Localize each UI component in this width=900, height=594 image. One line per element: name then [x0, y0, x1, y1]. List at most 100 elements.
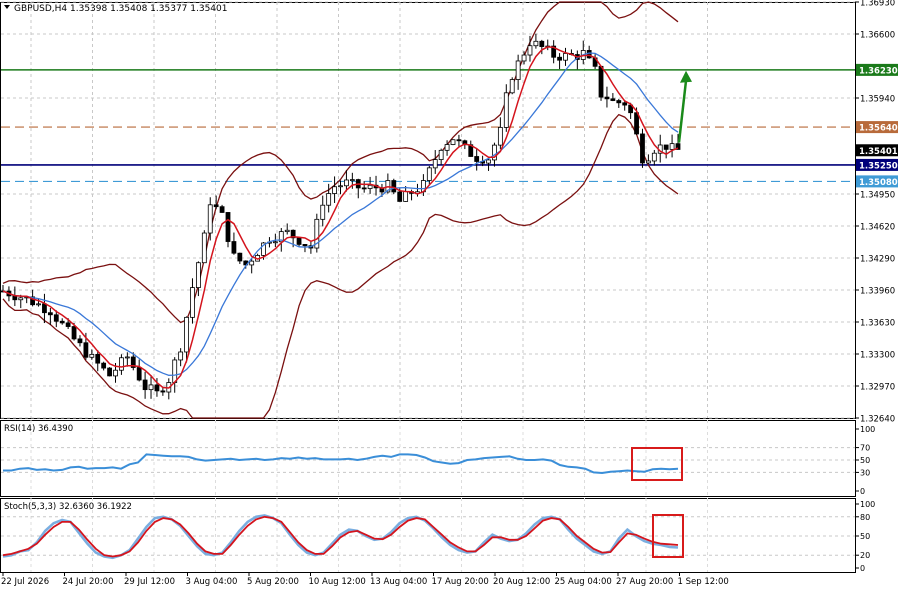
y-tick-label: 1.32970 [860, 383, 895, 393]
candle-body [432, 159, 438, 169]
candle-body [207, 204, 213, 234]
candle-body [634, 112, 639, 135]
price-tag-label: 1.35250 [859, 161, 898, 171]
candle-body [586, 50, 592, 59]
x-tick-label: 20 Aug 12:00 [493, 577, 550, 587]
candle-body [184, 316, 189, 353]
candle-body [101, 362, 107, 369]
candle-body [426, 167, 432, 181]
candle-body [107, 367, 112, 377]
x-tick-label: 17 Aug 20:00 [432, 577, 489, 587]
candle-body [36, 303, 41, 306]
price-tag-label: 1.35080 [859, 178, 898, 188]
candle-body [178, 351, 184, 361]
candle-body [89, 353, 95, 358]
candle-body [219, 206, 225, 213]
y-tick-label: 1.33960 [860, 287, 895, 297]
x-tick-label: 3 Aug 04:00 [186, 577, 238, 587]
rsi-tick-label: 50 [860, 456, 870, 465]
candle-body [154, 384, 160, 392]
y-tick-label: 1.35940 [860, 95, 895, 105]
candle-body [213, 204, 219, 208]
stoch-tick-label: 100 [860, 500, 875, 509]
candle-body [296, 237, 302, 245]
candle-body [344, 179, 349, 187]
x-tick-label: 25 Aug 04:00 [555, 577, 612, 587]
candle-body [622, 102, 628, 106]
candle-body [195, 262, 201, 288]
stoch-tick-label: 0 [860, 564, 865, 573]
candle-body [509, 79, 515, 94]
price-tag-label: 1.36230 [859, 66, 898, 76]
candle-body [604, 96, 610, 100]
candle-body [391, 180, 397, 193]
candle-body [302, 244, 308, 247]
candle-body [148, 384, 154, 391]
candle-body [533, 40, 539, 47]
candle-body [42, 303, 47, 314]
candle-body [527, 45, 533, 56]
candle-body [456, 139, 462, 142]
candle-body [397, 191, 403, 202]
y-tick-label: 1.34620 [860, 223, 895, 233]
candle-body [640, 133, 645, 164]
candle-body [338, 185, 343, 188]
candle-body [450, 139, 456, 145]
x-tick-label: 27 Aug 20:00 [616, 577, 673, 587]
candle-body [53, 314, 59, 322]
candle-body [503, 92, 509, 128]
x-tick-label: 13 Aug 04:00 [370, 577, 427, 587]
rsi-title: RSI(14) 36.4390 [4, 424, 73, 434]
candle-body [95, 353, 101, 364]
chart-title: GBPUSD,H4 1.35398 1.35408 1.35377 1.3540… [14, 4, 227, 14]
candle-body [249, 260, 255, 266]
trading-chart: 1.36930 1.36600 1.35940 1.34950 1.34620 1.342… [0, 0, 898, 587]
candle-body [444, 144, 450, 151]
candle-body [225, 212, 231, 242]
y-tick-label: 1.33630 [860, 319, 895, 329]
candle-body [119, 357, 124, 371]
rsi-tick-label: 0 [860, 487, 865, 496]
candle-body [497, 127, 503, 146]
y-tick-label: 1.36930 [860, 0, 895, 9]
candle-body [320, 204, 326, 220]
candle-body [349, 179, 355, 181]
x-tick-label: 29 Jul 12:00 [124, 577, 175, 587]
candle-body [521, 54, 527, 62]
candle-body [539, 40, 545, 47]
x-tick-label: 24 Jul 20:00 [63, 577, 114, 587]
x-tick-label: 1 Sep 12:00 [678, 577, 729, 587]
candle-body [124, 356, 130, 359]
price-tag-label: 1.35401 [859, 147, 898, 157]
x-tick-label: 5 Aug 20:00 [247, 577, 299, 587]
rsi-tick-label: 70 [860, 444, 870, 453]
candle-body [474, 156, 480, 162]
candle-body [136, 367, 142, 381]
candle-body [486, 159, 491, 164]
candle-body [403, 191, 409, 202]
main-pane [0, 2, 856, 419]
candle-body [598, 65, 604, 98]
candle-body [361, 187, 367, 190]
candle-body [59, 320, 65, 324]
candle-body [326, 193, 332, 206]
y-tick-label: 1.33300 [860, 351, 895, 361]
candle-body [438, 149, 444, 160]
rsi-tick-label: 30 [860, 468, 870, 477]
candle-body [651, 152, 657, 162]
candle-body [190, 287, 195, 318]
stoch-title: Stoch(5,3,3) 32.6360 36.1922 [4, 502, 132, 512]
candle-body [160, 390, 166, 393]
candle-body [65, 322, 71, 327]
candle-body [18, 297, 24, 301]
candle-body [172, 359, 178, 383]
x-tick-label: 22 Jul 2026 [1, 577, 49, 587]
candle-body [77, 338, 83, 344]
candle-body [563, 53, 568, 61]
stoch-tick-label: 20 [860, 551, 870, 560]
candle-body [237, 252, 243, 262]
stoch-tick-label: 80 [860, 513, 870, 522]
candle-body [332, 186, 337, 194]
candle-body [557, 56, 562, 61]
y-tick-label: 1.34290 [860, 255, 895, 265]
